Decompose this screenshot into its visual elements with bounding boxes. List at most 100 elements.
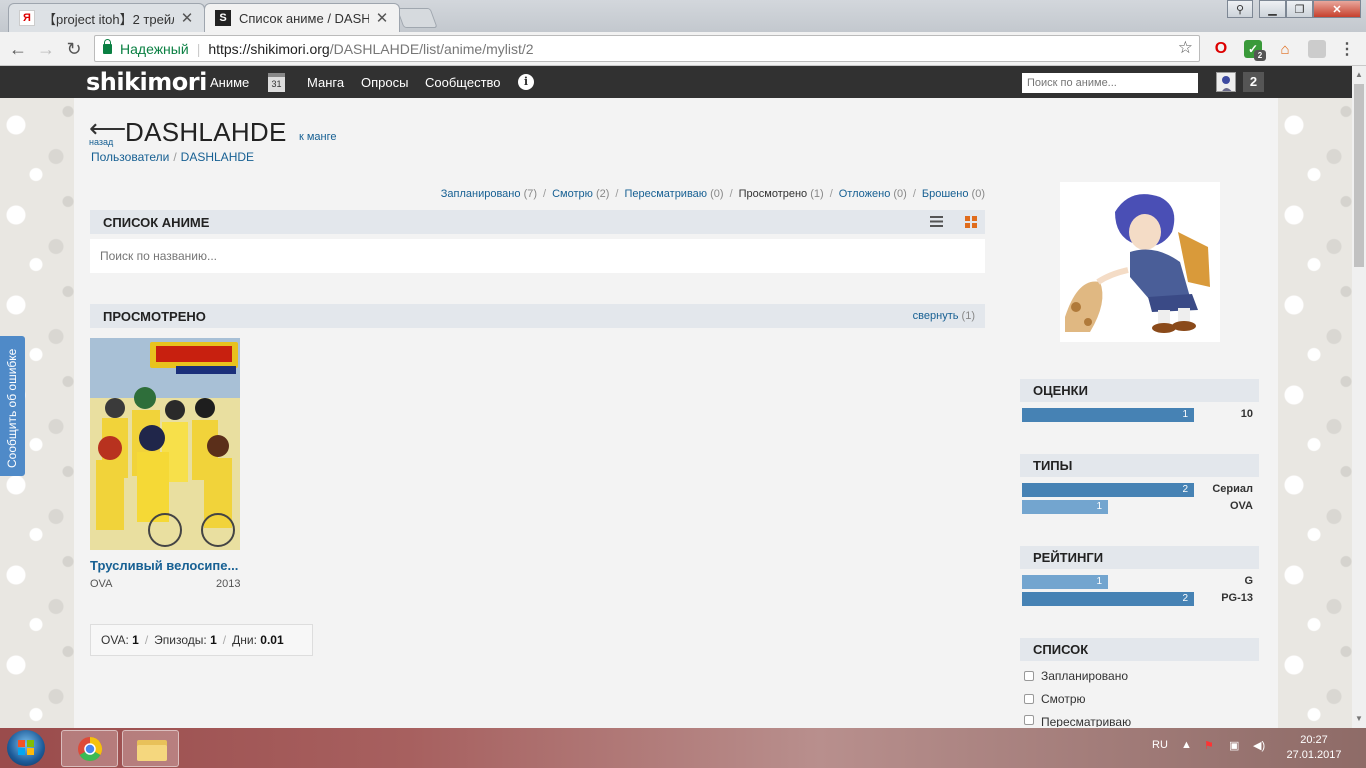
close-window-button[interactable]: ✕	[1313, 0, 1361, 18]
secure-indicator[interactable]: Надежный	[103, 38, 189, 57]
url-path: /DASHLAHDE/list/anime/mylist/2	[329, 40, 534, 57]
scroll-thumb[interactable]	[1354, 84, 1364, 267]
ratings-header: РЕЙТИНГИ	[1020, 546, 1259, 569]
filter-checkbox-watching[interactable]: Смотрю	[1024, 692, 1086, 706]
list-view-icon[interactable]	[930, 216, 943, 227]
checkbox-label: Смотрю	[1041, 692, 1086, 706]
status-link-rewatching[interactable]: Пересматриваю (0)	[624, 188, 723, 200]
nav-community[interactable]: Сообщество	[425, 75, 501, 90]
user-profile-icon[interactable]: ⚲	[1227, 0, 1253, 18]
collapse-label: свернуть	[912, 310, 959, 322]
status-link-planned[interactable]: Запланировано (7)	[441, 188, 537, 200]
scroll-up-arrow-icon[interactable]: ▲	[1355, 70, 1363, 79]
page-title: DASHLAHDE	[125, 117, 287, 147]
type-label: OVA	[1229, 500, 1253, 512]
forward-arrow-icon[interactable]: →	[34, 37, 58, 61]
url-host: https://shikimori.org	[208, 40, 330, 57]
nav-polls[interactable]: Опросы	[361, 75, 408, 90]
floral-background-right	[1278, 98, 1352, 728]
bookmark-star-icon[interactable]: ☆	[1178, 38, 1193, 58]
taskbar-chrome[interactable]	[61, 730, 118, 767]
close-tab-icon[interactable]: ✕	[375, 9, 389, 27]
checkbox[interactable]	[1024, 671, 1034, 681]
breadcrumb-user[interactable]: DASHLAHDE	[181, 150, 254, 164]
calendar-icon[interactable]: 31	[268, 73, 285, 92]
list-filter-header: СПИСОК	[1020, 638, 1259, 661]
start-button[interactable]	[7, 730, 45, 766]
menu-dots-icon[interactable]: ⋮	[1338, 40, 1356, 58]
totals-ova-value: 1	[132, 633, 139, 647]
minimize-button[interactable]: ▁	[1259, 0, 1286, 18]
notifications-badge[interactable]: 2	[1243, 72, 1264, 92]
completed-section-header: ПРОСМОТРЕНО свернуть (1)	[90, 304, 985, 328]
status-link-dropped[interactable]: Брошено (0)	[922, 188, 985, 200]
list-filter-title: СПИСОК	[1033, 642, 1089, 657]
taskbar-clock[interactable]: 20:27 27.01.2017	[1286, 733, 1342, 763]
scores-title: ОЦЕНКИ	[1033, 383, 1088, 398]
site-search-input[interactable]	[1022, 73, 1198, 93]
report-bug-tab[interactable]: Сообщить об ошибке	[0, 336, 25, 476]
page-scrollbar[interactable]: ▲ ▼	[1352, 66, 1366, 728]
clock-time: 20:27	[1300, 734, 1328, 746]
status-label: Отложено	[838, 188, 891, 200]
site-logo[interactable]: shikimori	[86, 68, 207, 96]
close-tab-icon[interactable]: ✕	[180, 9, 194, 27]
breadcrumb-separator: /	[173, 150, 177, 164]
anime-poster[interactable]	[90, 338, 240, 550]
reload-icon[interactable]: ↻	[62, 37, 86, 61]
site-header: shikimori Аниме 31 Манга Опросы Сообщест…	[0, 66, 1352, 98]
rating-label: G	[1244, 575, 1253, 587]
rating-bar: 2	[1022, 592, 1194, 606]
browser-tab-youtube[interactable]: Я 【project itoh】2 трейле ✕	[8, 3, 205, 32]
status-link-on-hold[interactable]: Отложено (0)	[839, 188, 907, 200]
user-avatar[interactable]	[1216, 72, 1236, 92]
collapse-link[interactable]: свернуть (1)	[913, 310, 975, 322]
nav-manga[interactable]: Манга	[307, 75, 344, 90]
score-bar: 1	[1022, 408, 1194, 422]
back-link[interactable]: ⟵ назад	[89, 115, 126, 147]
network-icon[interactable]: ▣	[1229, 739, 1239, 752]
status-count: (0)	[893, 188, 907, 200]
status-separator: /	[829, 188, 833, 200]
maximize-button[interactable]: ❐	[1286, 0, 1313, 18]
status-filter-links: Запланировано (7) / Смотрю (2) / Пересматрив…	[441, 188, 985, 200]
checkbox[interactable]	[1024, 715, 1034, 725]
totals-episodes-label: Эпизоды:	[154, 633, 207, 647]
to-manga-link[interactable]: к манге	[299, 131, 337, 143]
grid-view-icon[interactable]	[965, 216, 977, 228]
back-arrow-icon[interactable]: ←	[6, 37, 30, 61]
filter-checkbox-rewatching[interactable]: Пересматриваю	[1024, 715, 1131, 727]
user-profile-avatar[interactable]	[1060, 182, 1220, 342]
volume-icon[interactable]: ◀)	[1253, 739, 1265, 752]
checkbox[interactable]	[1024, 694, 1034, 704]
puzzle-extension-icon[interactable]	[1308, 40, 1326, 58]
tray-expand-icon[interactable]: ▲	[1181, 739, 1192, 751]
browser-tab-shikimori[interactable]: S Список аниме / DASHLA ✕	[204, 3, 400, 32]
status-count: (7)	[523, 188, 538, 200]
title-search-input[interactable]	[90, 239, 985, 273]
info-icon[interactable]: i	[518, 74, 534, 90]
types-header: ТИПЫ	[1020, 454, 1259, 477]
new-tab-button[interactable]	[396, 8, 438, 28]
filter-checkbox-planned[interactable]: Запланировано	[1024, 669, 1128, 683]
tray-flag-icon[interactable]: ⚑	[1204, 739, 1214, 752]
nav-anime[interactable]: Аниме	[210, 75, 249, 90]
secure-label: Надежный	[120, 40, 189, 57]
status-link-completed[interactable]: Просмотрено (1)	[739, 188, 824, 200]
anime-title-link[interactable]: Трусливый велосипе...	[90, 558, 242, 573]
home-extension-icon[interactable]: ⌂	[1276, 40, 1294, 58]
extension-badge: 2	[1254, 50, 1266, 61]
checkbox-label: Пересматриваю	[1041, 715, 1132, 727]
opera-extension-icon[interactable]: O	[1212, 40, 1230, 58]
address-bar[interactable]: Надежный | https://shikimori.org /DASHLA…	[94, 35, 1200, 62]
taskbar-explorer[interactable]	[122, 730, 179, 767]
language-indicator[interactable]: RU	[1152, 739, 1168, 751]
totals-ova-label: OVA:	[101, 633, 129, 647]
rating-bar: 1	[1022, 575, 1108, 589]
breadcrumb-users[interactable]: Пользователи	[91, 150, 169, 164]
status-separator: /	[615, 188, 619, 200]
scroll-down-arrow-icon[interactable]: ▼	[1355, 714, 1363, 723]
totals-episodes-value: 1	[210, 633, 217, 647]
status-count: (1)	[810, 188, 824, 200]
status-link-watching[interactable]: Смотрю (2)	[552, 188, 609, 200]
